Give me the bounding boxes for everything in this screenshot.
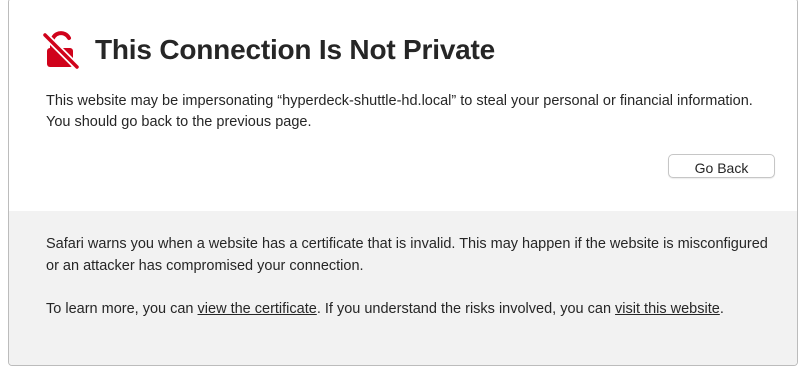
learn-more-paragraph: To learn more, you can view the certific…	[46, 298, 776, 320]
unlocked-padlock-slash-icon	[41, 31, 81, 71]
view-certificate-link[interactable]: view the certificate	[198, 301, 317, 317]
details-section: Safari warns you when a website has a ce…	[9, 211, 797, 365]
warning-panel: This Connection Is Not Private This webs…	[8, 0, 798, 366]
learn-more-middle: . If you understand the risks involved, …	[316, 301, 616, 317]
warning-header-section: This Connection Is Not Private This webs…	[9, 0, 797, 212]
visit-website-link[interactable]: visit this website	[615, 301, 720, 317]
page-title: This Connection Is Not Private	[95, 34, 496, 65]
details-paragraph: Safari warns you when a website has a ce…	[46, 236, 768, 274]
go-back-button[interactable]: Go Back	[668, 154, 775, 178]
learn-more-suffix: .	[719, 301, 724, 317]
warning-message: This website may be impersonating “hyper…	[46, 93, 753, 130]
learn-more-prefix: To learn more, you can	[46, 301, 198, 317]
title-row: This Connection Is Not Private	[41, 31, 496, 71]
